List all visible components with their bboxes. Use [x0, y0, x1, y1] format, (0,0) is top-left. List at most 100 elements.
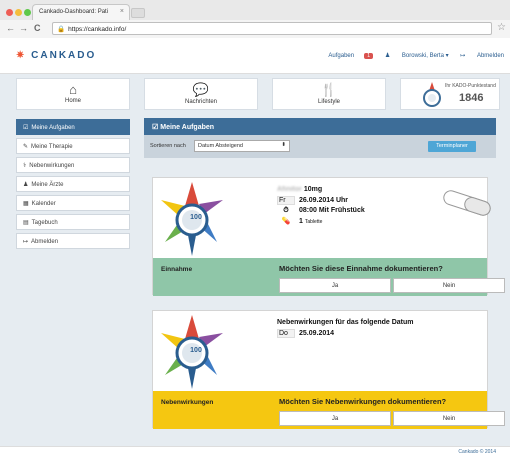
side-effects-title: Nebenwirkungen für das folgende Datum [277, 319, 414, 326]
sidebar-item-label: Nebenwirkungen [29, 163, 75, 169]
footer: Cankado © 2014 [0, 446, 510, 457]
browser-tab[interactable]: Cankado-Dashboard: Pati × [32, 4, 130, 20]
tile-home[interactable]: ⌂ Home [16, 78, 130, 110]
user-name: Borowski, Berta [401, 53, 444, 59]
side-effects-action-bar: Nebenwirkungen Möchten Sie Nebenwirkunge… [153, 391, 505, 429]
intake-date: 26.09.2014 Uhr [299, 197, 349, 204]
tab-title: Cankado-Dashboard: Pati [39, 9, 109, 15]
side-effects-date: 25.09.2014 [299, 330, 335, 337]
sidebar-item-label: Abmelden [31, 239, 59, 245]
med-dose: 10mg [303, 186, 323, 193]
app-header: ✷ CANKADO Aufgaben 1 ♟ Borowski, Berta ▾ … [0, 38, 510, 74]
address-bar[interactable]: 🔒 https://cankado.info/ [52, 22, 492, 35]
side-effects-bar-label: Nebenwirkungen [161, 399, 214, 406]
user-menu[interactable]: ♟ Borowski, Berta ▾ [385, 53, 449, 59]
cankado-logo[interactable]: ✷ CANKADO [16, 50, 96, 61]
back-button[interactable]: ← [6, 23, 15, 33]
tile-lifestyle-label: Lifestyle [317, 99, 340, 105]
reload-button[interactable]: C [34, 23, 41, 33]
sidebar-item-label: Meine Ärzte [31, 182, 64, 188]
tile-home-label: Home [64, 98, 81, 104]
score-value: 100 [190, 347, 202, 354]
side-effects-no-button[interactable]: Nein [393, 411, 505, 426]
logo-star-icon: ✷ [16, 50, 27, 61]
weekday-label: Fr [277, 196, 295, 205]
tile-messages[interactable]: 💬 Nachrichten [144, 78, 258, 110]
tile-messages-label: Nachrichten [184, 99, 217, 105]
sidebar-item-diary[interactable]: ▤ Tagebuch [16, 214, 130, 230]
footer-text: Cankado © 2014 [458, 449, 496, 455]
points-panel[interactable]: Ihr KADO-Punktestand 1846 [400, 78, 500, 110]
close-window-button[interactable] [6, 9, 13, 16]
close-tab-icon[interactable]: × [120, 8, 124, 15]
side-effects-question: Möchten Sie Nebenwirkungen dokumentieren… [279, 397, 447, 406]
sort-value: Datum Absteigend [198, 143, 243, 149]
sort-select[interactable]: Datum Absteigend ⬍ [194, 140, 290, 152]
forward-button[interactable]: → [19, 23, 28, 33]
sidebar-item-my-tasks[interactable]: ☑ Meine Aufgaben [16, 119, 130, 135]
points-value: 1846 [459, 92, 484, 104]
logout-label: Abmelden [476, 53, 504, 59]
minimize-window-button[interactable] [15, 9, 22, 16]
browser-chrome: Cankado-Dashboard: Pati × ← → C 🔒 https:/… [0, 0, 510, 38]
sidebar-item-logout[interactable]: ↦ Abmelden [16, 233, 130, 249]
panel-title: Meine Aufgaben [160, 124, 215, 131]
lock-icon: 🔒 [57, 26, 66, 33]
intake-unit: Tablette [304, 219, 323, 225]
side-effects-yes-button[interactable]: Ja [279, 411, 391, 426]
blurred-drug-name: Afinitor [277, 186, 302, 193]
intake-question: Möchten Sie diese Einnahme dokumentieren… [279, 264, 443, 273]
side-effects-task-card: 100 Nebenwirkungen für das folgende Datu… [152, 310, 505, 429]
sidebar: ☑ Meine Aufgaben ✎ Meine Therapie ⚕ Nebenwi… [16, 119, 130, 252]
intake-action-bar: Einnahme Möchten Sie diese Einnahme doku… [153, 258, 505, 296]
medical-icon: ⚕ [23, 163, 27, 169]
chat-icon: 💬 [192, 82, 210, 97]
tile-lifestyle[interactable]: 🍴 Lifestyle [272, 78, 386, 110]
window-controls [6, 9, 33, 18]
new-tab-button[interactable] [131, 8, 145, 18]
intake-task-card: 100 Afinitor 10mg Fr 26.09.2014 Uhr ⏱ 08:0… [152, 177, 505, 296]
score-value: 100 [190, 214, 202, 221]
sidebar-item-calendar[interactable]: ▦ Kalender [16, 195, 130, 211]
sidebar-item-label: Meine Aufgaben [31, 125, 75, 131]
maximize-window-button[interactable] [24, 9, 31, 16]
browser-toolbar: ← → C 🔒 https://cankado.info/ ☆ [0, 20, 510, 38]
cutlery-icon: 🍴 [320, 82, 338, 97]
calendar-icon: ▦ [23, 201, 29, 207]
sidebar-item-label: Tagebuch [31, 220, 58, 226]
logo-text: CANKADO [31, 50, 97, 61]
pencil-icon: ✎ [23, 144, 29, 150]
user-icon: ♟ [23, 182, 29, 188]
book-icon: ▤ [23, 220, 29, 226]
home-icon: ⌂ [69, 82, 77, 97]
sidebar-item-label: Meine Therapie [31, 144, 73, 150]
sidebar-item-side-effects[interactable]: ⚕ Nebenwirkungen [16, 157, 130, 173]
bookmark-star-icon[interactable]: ☆ [497, 22, 506, 33]
capsule-icon [443, 190, 491, 216]
panel-header: ☑ Meine Aufgaben [144, 118, 496, 135]
intake-time: 08:00 Mit Frühstück [299, 207, 365, 214]
checkbox-icon: ☑ [23, 125, 29, 131]
calendar-planner-button[interactable]: Terminplaner [428, 141, 476, 152]
sort-label: Sortieren nach [150, 143, 186, 149]
content-area: ⌂ Home 💬 Nachrichten 🍴 Lifestyle Ihr KAD… [0, 74, 510, 446]
weekday-label: Do [277, 329, 295, 338]
intake-no-button[interactable]: Nein [393, 278, 505, 293]
sidebar-item-doctors[interactable]: ♟ Meine Ärzte [16, 176, 130, 192]
tasks-label: Aufgaben [328, 53, 355, 59]
tasks-count-badge: 1 [364, 53, 374, 59]
intake-bar-label: Einnahme [161, 266, 193, 273]
sidebar-item-label: Kalender [31, 201, 56, 207]
points-badge-icon [423, 82, 441, 107]
filter-bar: Sortieren nach Datum Absteigend ⬍ Termin… [144, 135, 496, 158]
sidebar-item-therapy[interactable]: ✎ Meine Therapie [16, 138, 130, 154]
side-effects-info: Nebenwirkungen für das folgende Datum Do… [277, 319, 414, 340]
header-links: Aufgaben 1 ♟ Borowski, Berta ▾ ↦ Abmelden [308, 52, 504, 59]
tasks-link[interactable]: Aufgaben 1 [318, 53, 374, 59]
points-label: Ihr KADO-Punktestand [445, 83, 496, 89]
intake-yes-button[interactable]: Ja [279, 278, 391, 293]
main-panel: ☑ Meine Aufgaben Sortieren nach Datum Ab… [144, 118, 505, 438]
intake-info: Afinitor 10mg Fr 26.09.2014 Uhr ⏱ 08:00 Mi… [277, 186, 365, 227]
logout-link[interactable]: ↦ Abmelden [460, 53, 504, 59]
chevron-down-icon: ⬍ [281, 142, 286, 148]
